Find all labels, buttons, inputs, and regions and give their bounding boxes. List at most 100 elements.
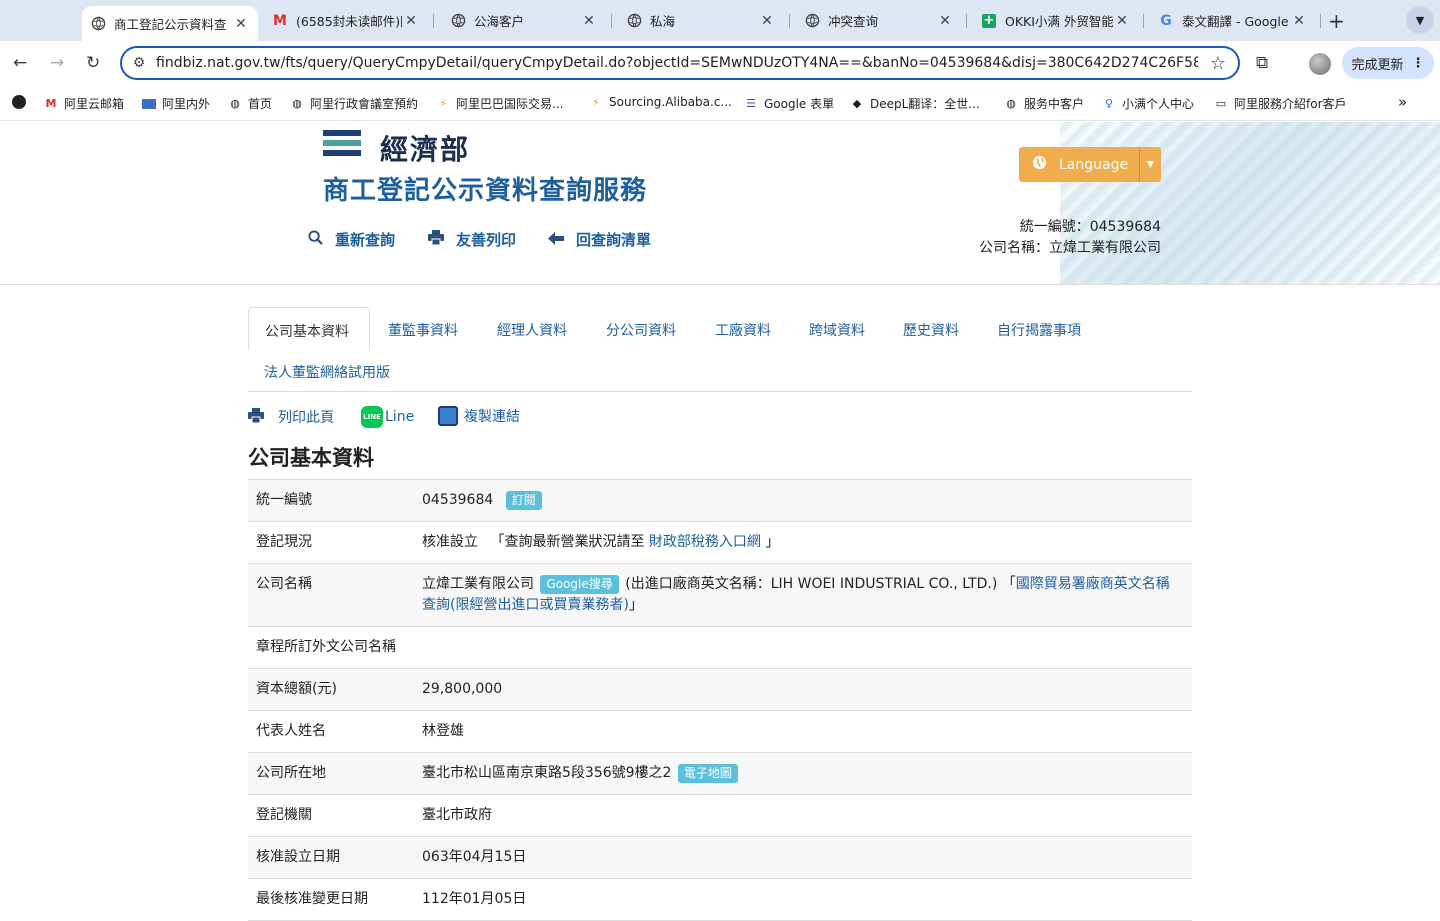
bookmark-item[interactable]: ◆ DeepL翻译：全世... — [850, 95, 980, 112]
forward-arrow-icon[interactable]: → — [50, 53, 64, 73]
copy-link-button[interactable]: 複製連結 — [438, 406, 520, 426]
bookmark-item[interactable]: ◍ 阿里行政會議室預約 — [290, 95, 418, 112]
tab-title: 商工登記公示資料查 — [114, 17, 227, 32]
extensions-puzzle-icon[interactable]: ⧉ — [1256, 53, 1268, 73]
avatar[interactable] — [1309, 53, 1331, 75]
table-row: 登記機關 臺北市政府 — [248, 795, 1192, 837]
mail-logo-icon: M — [45, 97, 57, 110]
tab-factories[interactable]: 工廠資料 — [715, 320, 771, 340]
table-row: 統一編號 04539684 訂閱 — [248, 480, 1192, 522]
browser-tab[interactable]: 私海 ✕ — [620, 6, 782, 35]
company-name-value: 立煒工業有限公司 — [422, 576, 534, 592]
tab-self-disclosure[interactable]: 自行揭露事項 — [997, 320, 1081, 340]
table-row: 代表人姓名 林登雄 — [248, 711, 1192, 753]
new-tab-icon[interactable]: + — [1328, 9, 1345, 33]
close-icon[interactable]: ✕ — [1290, 13, 1308, 29]
caret-down-icon[interactable]: ▼ — [1139, 147, 1161, 182]
bookmark-item[interactable]: ◍ 服务中客户 — [1004, 95, 1084, 112]
browser-tab[interactable]: M (6585封未读邮件)阿 ✕ — [266, 6, 426, 35]
bookmark-item[interactable]: ◍ 首页 — [228, 95, 272, 112]
chevron-down-icon[interactable]: ▼ — [1406, 6, 1434, 34]
map-button[interactable]: 電子地圖 — [677, 764, 738, 783]
update-button[interactable]: 完成更新 ⋮ — [1342, 47, 1434, 79]
back-arrow-icon[interactable]: ← — [13, 53, 27, 73]
tab-branches[interactable]: 分公司資料 — [606, 320, 676, 340]
print-page-button[interactable]: 列印此頁 — [248, 407, 334, 427]
plus-square-icon: + — [982, 12, 996, 28]
bookmark-item[interactable]: ⚡ 阿里巴巴国际交易... — [436, 95, 563, 112]
globe-icon — [804, 13, 820, 29]
row-label: 核准設立日期 — [256, 849, 340, 865]
browser-tab[interactable]: 公海客户 ✕ — [444, 6, 604, 35]
app-logo-icon — [12, 95, 26, 109]
row-value: 臺北市松山區南京東路5段356號9樓之2 電子地圖 — [414, 753, 1192, 794]
tab-cross-domain[interactable]: 跨域資料 — [809, 320, 865, 340]
back-to-list-link[interactable]: 回查詢清單 — [548, 229, 651, 250]
bookmark-item[interactable]: M 阿里云邮箱 — [44, 95, 125, 112]
form-icon: ☰ — [746, 97, 756, 110]
close-icon[interactable]: ✕ — [758, 13, 776, 29]
browser-tab[interactable]: + OKKI小满 外贸智能 ✕ — [975, 6, 1137, 35]
row-value: 臺北市政府 — [422, 807, 492, 823]
tab-title: 泰文翻譯 - Google — [1182, 14, 1289, 29]
tax-portal-link[interactable]: 財政部稅務入口網 — [649, 534, 761, 550]
bookmark-star-icon[interactable]: ☆ — [1198, 53, 1238, 74]
bookmark-item[interactable]: ▭ 阿里服務介紹for客戶 — [1214, 95, 1347, 112]
globe-icon: ◍ — [292, 97, 302, 110]
company-info-table: 統一編號 04539684 訂閱 登記現況 核准設立 「查詢最新營業狀況請至 財… — [248, 479, 1192, 921]
share-line-button[interactable]: LINE Line — [361, 406, 414, 428]
section-title: 公司基本資料 — [248, 446, 374, 470]
close-icon[interactable]: ✕ — [402, 13, 420, 29]
tab-title: 私海 — [650, 14, 676, 29]
tab-corporate-network[interactable]: 法人董監網絡試用版 — [264, 362, 390, 382]
more-vert-icon: ⋮ — [1411, 55, 1425, 71]
row-label: 代表人姓名 — [256, 723, 326, 739]
row-label: 公司所在地 — [256, 765, 326, 781]
bookmark-item[interactable]: ☰ Google 表單 — [744, 95, 834, 112]
bookmark-item[interactable]: ⚡ Sourcing.Alibaba.c... — [589, 95, 732, 109]
bookmark-item[interactable]: ♀ 小满个人中心 — [1102, 95, 1194, 112]
close-icon[interactable]: ✕ — [936, 13, 954, 29]
url-text[interactable]: findbiz.nat.gov.tw/fts/query/QueryCmpyDe… — [156, 55, 1198, 71]
close-icon[interactable]: ✕ — [580, 13, 598, 29]
language-dropdown-button[interactable]: Language ▼ — [1019, 147, 1161, 182]
tab-directors[interactable]: 董監事資料 — [388, 320, 458, 340]
bookmark-item[interactable]: 阿里内外 — [142, 95, 210, 112]
row-label: 章程所訂外文公司名稱 — [256, 639, 396, 655]
subscribe-button[interactable]: 訂閱 — [505, 491, 542, 510]
more-bookmarks-icon[interactable]: » — [1398, 93, 1407, 111]
globe-icon — [90, 16, 106, 32]
new-search-link[interactable]: 重新查詢 — [308, 229, 395, 250]
reload-icon[interactable]: ↻ — [86, 53, 100, 73]
globe-icon — [1019, 155, 1059, 174]
mail-logo-icon: M — [273, 12, 287, 29]
browser-tab-active[interactable]: 商工登記公示資料查 ✕ — [82, 6, 258, 41]
tab-company-basic[interactable]: 公司基本資料 — [248, 307, 370, 350]
site-settings-icon[interactable]: ⚙ — [122, 55, 156, 71]
table-row: 資本總額(元) 29,800,000 — [248, 669, 1192, 711]
row-value: 林登雄 — [422, 723, 464, 739]
friendly-print-link[interactable]: 友善列印 — [428, 229, 516, 250]
close-icon[interactable]: ✕ — [1113, 13, 1131, 29]
row-value: 核准設立 「查詢最新營業狀況請至 財政部稅務入口網 」 — [414, 522, 1192, 563]
tab-history[interactable]: 歷史資料 — [903, 320, 959, 340]
address-bar[interactable]: ⚙ findbiz.nat.gov.tw/fts/query/QueryCmpy… — [120, 46, 1240, 80]
bookmarks-bar: M 阿里云邮箱 阿里内外 ◍ 首页 ◍ 阿里行政會議室預約 ⚡ 阿里巴巴国际交易... … — [0, 86, 1440, 121]
folder-icon: ▭ — [1215, 97, 1227, 110]
google-search-button[interactable]: Google搜尋 — [540, 575, 619, 594]
browser-toolbar: ← → ↻ ⚙ findbiz.nat.gov.tw/fts/query/Que… — [0, 41, 1440, 86]
tab-managers[interactable]: 經理人資料 — [497, 320, 567, 340]
tab-title: (6585封未读邮件)阿 — [296, 14, 402, 29]
close-icon[interactable]: ✕ — [232, 16, 250, 32]
status-value: 核准設立 — [422, 534, 478, 550]
tab-divider — [611, 14, 612, 28]
line-logo-icon: LINE — [361, 406, 383, 428]
browser-tab[interactable]: G 泰文翻譯 - Google ✕ — [1152, 6, 1314, 35]
row-label: 統一編號 — [256, 492, 312, 508]
browser-tab[interactable]: 冲突查询 ✕ — [798, 6, 960, 35]
row-label: 登記機關 — [256, 807, 312, 823]
address-value: 臺北市松山區南京東路5段356號9樓之2 — [422, 765, 672, 781]
bookmark-item[interactable] — [12, 95, 32, 109]
ban-value: 04539684 — [422, 492, 494, 508]
google-logo-icon: G — [1160, 12, 1172, 29]
